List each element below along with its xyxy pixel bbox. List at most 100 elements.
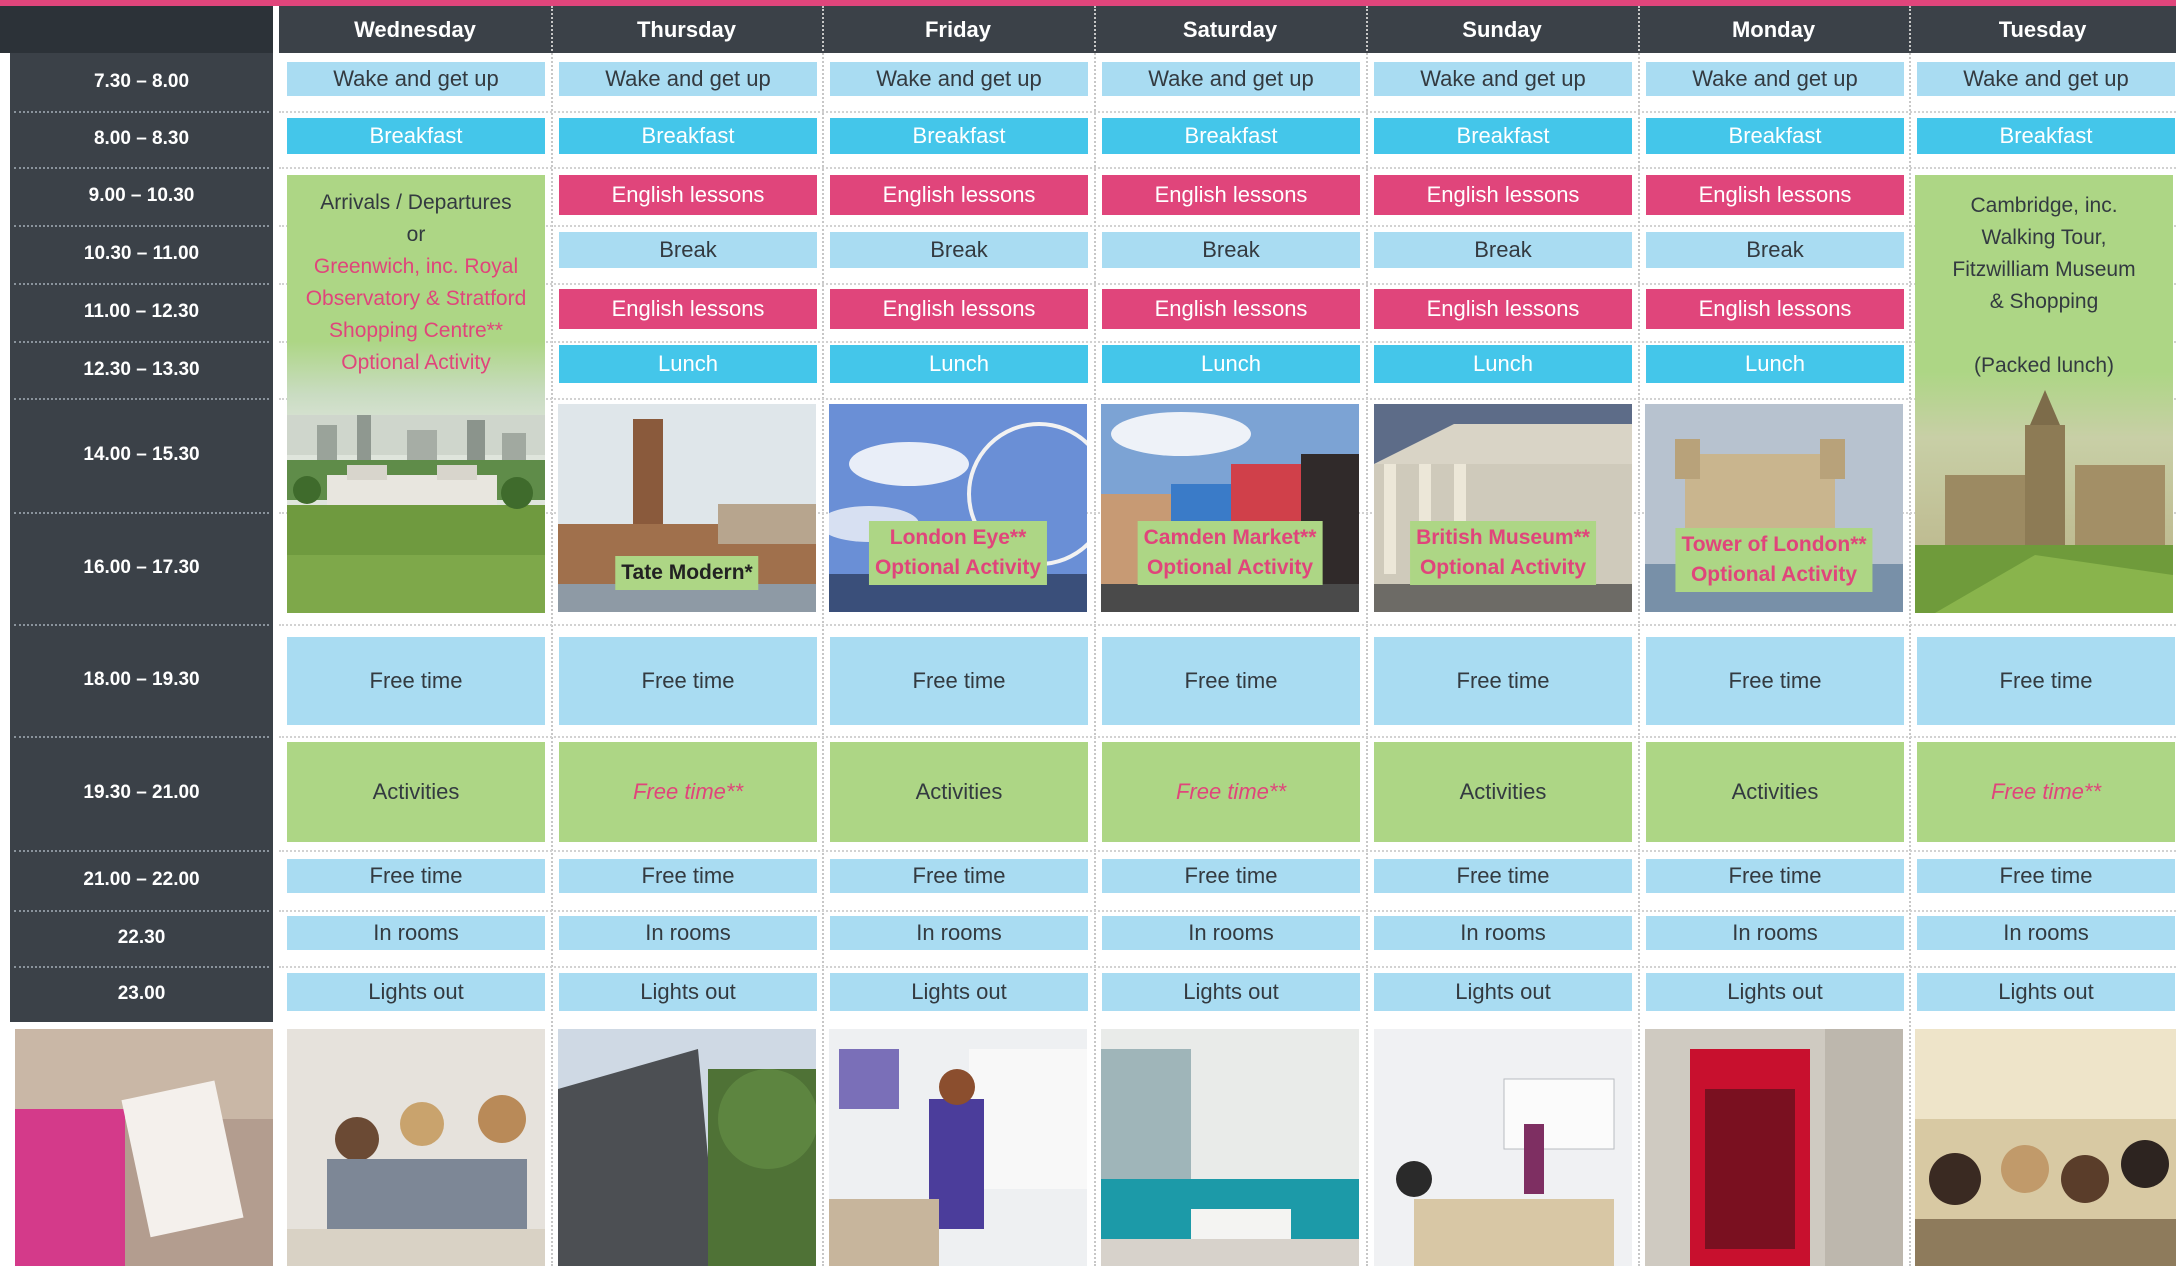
monday-lunch-cell: Lunch [1646,345,1904,383]
sunday-free-time-cell: Free time [1374,637,1632,725]
thursday-free-time-star-cell: Free time** [559,742,817,842]
row-separator [279,341,2176,343]
day-header-sunday: Sunday [1366,6,1638,53]
camden-market-photo: Camden Market** Optional Activity [1101,404,1359,612]
tower-of-london-photo: Tower of London** Optional Activity [1645,404,1903,612]
column-separator [1366,6,1368,1266]
saturday-wake-cell: Wake and get up [1102,62,1360,96]
thursday-lights-out-cell: Lights out [559,973,817,1011]
time-label: 10.30 – 11.00 [83,243,200,264]
thursday-english-lessons-cell: English lessons [559,289,817,329]
tate-modern-label: Tate Modern* [615,556,759,590]
thursday-break-cell: Break [559,232,817,268]
time-label: 19.30 – 21.00 [83,782,200,803]
monday-in-rooms-cell: In rooms [1646,916,1904,950]
students-group-photo [1915,1029,2176,1266]
saturday-break-cell: Break [1102,232,1360,268]
wednesday-lights-out-cell: Lights out [287,973,545,1011]
sunday-lights-out-cell: Lights out [1374,973,1632,1011]
time-label: 12.30 – 13.30 [83,358,200,380]
saturday-in-rooms-cell: In rooms [1102,916,1360,950]
time-label: 11.00 – 12.30 [83,301,200,322]
tuesday-cambridge-block: Cambridge, inc. Walking Tour, Fitzwillia… [1915,175,2173,613]
monday-free-time-cell: Free time [1646,637,1904,725]
friday-breakfast-cell: Breakfast [830,118,1088,154]
row-separator [279,624,2176,626]
tuesday-breakfast-cell: Breakfast [1917,118,2175,154]
time-label: 18.00 – 19.30 [83,669,200,690]
row-separator [279,111,2176,113]
classroom-whiteboard-photo [829,1029,1087,1266]
tue-line5: (Packed lunch) [1973,354,2115,377]
sunday-free-time-cell: Free time [1374,859,1632,893]
row-separator [279,736,2176,738]
london-eye-optional: Optional Activity [874,556,1042,579]
time-label: 9.00 – 10.30 [88,185,195,206]
british-museum-photo: British Museum** Optional Activity [1374,404,1632,612]
sunday-breakfast-cell: Breakfast [1374,118,1632,154]
tue-line2: Walking Tour, [1981,226,2107,249]
wednesday-in-rooms-cell: In rooms [287,916,545,950]
monday-activities-cell: Activities [1646,742,1904,842]
tuesday-free-time-cell: Free time [1917,859,2175,893]
wednesday-wake-cell: Wake and get up [287,62,545,96]
row-separator [279,850,2176,852]
day-header-thursday: Thursday [551,6,822,53]
column-separator [822,6,824,1266]
sunday-activities-cell: Activities [1374,742,1632,842]
monday-break-cell: Break [1646,232,1904,268]
lecture-room-photo [1374,1029,1632,1266]
time-label: 23.00 [117,983,166,1004]
wed-line6: Optional Activity [341,351,491,374]
day-header-monday: Monday [1638,6,1909,53]
thursday-english-lessons-cell: English lessons [559,175,817,215]
tue-line3: Fitzwilliam Museum [1952,258,2136,281]
friday-activities-cell: Activities [830,742,1088,842]
saturday-english-lessons-cell: English lessons [1102,175,1360,215]
london-eye-label: London Eye** Optional Activity [868,521,1048,585]
day-header-saturday: Saturday [1094,6,1366,53]
friday-free-time-cell: Free time [830,637,1088,725]
saturday-english-lessons-cell: English lessons [1102,289,1360,329]
tate-modern-photo: Tate Modern* [558,404,816,612]
row-separator [279,966,2176,968]
london-eye-name: London Eye** [889,526,1027,549]
british-museum-label: British Museum** Optional Activity [1410,521,1596,585]
friday-break-cell: Break [830,232,1088,268]
tue-line1: Cambridge, inc. [1970,194,2118,217]
thursday-in-rooms-cell: In rooms [559,916,817,950]
saturday-free-time-cell: Free time [1102,637,1360,725]
wednesday-arrivals-block: Arrivals / Departures or Greenwich, inc.… [287,175,545,613]
day-header-friday: Friday [822,6,1094,53]
wed-line2: or [406,223,426,246]
friday-lights-out-cell: Lights out [830,973,1088,1011]
wed-line4: Observatory & Stratford [305,287,527,310]
row-separator [279,910,2176,912]
thursday-free-time-cell: Free time [559,859,817,893]
time-label: 21.00 – 22.00 [83,869,200,890]
lounge-sofa-photo [1101,1029,1359,1266]
london-eye-photo: London Eye** Optional Activity [829,404,1087,612]
wednesday-free-time-cell: Free time [287,637,545,725]
tuesday-wake-cell: Wake and get up [1917,62,2175,96]
sunday-lunch-cell: Lunch [1374,345,1632,383]
wednesday-text: Arrivals / Departures or Greenwich, inc.… [287,187,545,379]
monday-lights-out-cell: Lights out [1646,973,1904,1011]
row-separator [279,283,2176,285]
certificate-photo [15,1029,273,1266]
day-header-wednesday: Wednesday [279,6,551,53]
day-header-tuesday: Tuesday [1909,6,2176,53]
thursday-free-time-cell: Free time [559,637,817,725]
friday-english-lessons-cell: English lessons [830,175,1088,215]
header-corner [0,6,273,53]
camden-market-name: Camden Market** [1143,526,1317,549]
british-museum-name: British Museum** [1416,526,1590,549]
thursday-breakfast-cell: Breakfast [559,118,817,154]
saturday-lights-out-cell: Lights out [1102,973,1360,1011]
tuesday-free-time-star-cell: Free time** [1917,742,2175,842]
sunday-english-lessons-cell: English lessons [1374,175,1632,215]
camden-market-label: Camden Market** Optional Activity [1137,521,1323,585]
wed-line5: Shopping Centre** [329,319,503,342]
time-label: 16.00 – 17.30 [83,557,200,578]
row-separator [279,167,2176,169]
